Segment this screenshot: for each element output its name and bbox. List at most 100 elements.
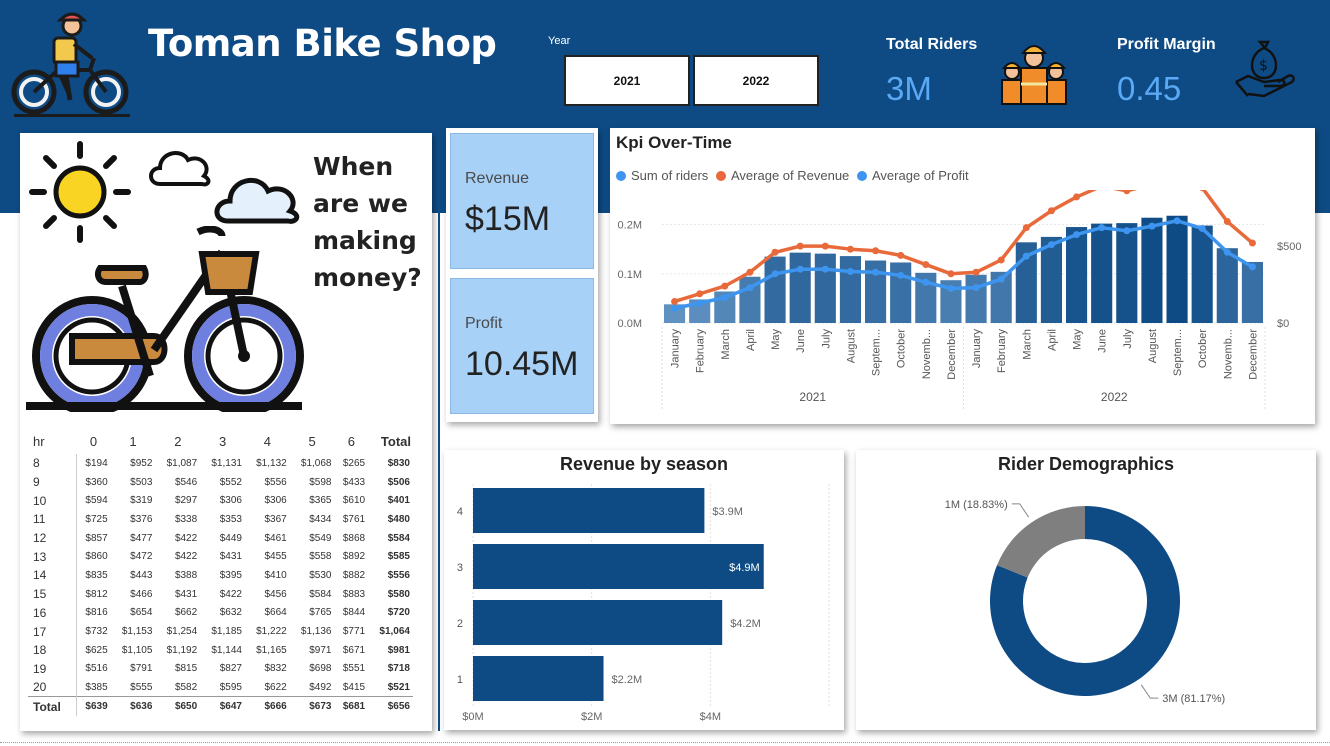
matrix-cell: $422: [174, 532, 198, 544]
revenue-point: [796, 242, 804, 250]
season-x-tick: $4M: [700, 711, 721, 723]
matrix-cell: $868: [342, 532, 366, 544]
profit-point: [997, 275, 1005, 283]
year-2022-button[interactable]: 2022: [693, 55, 819, 106]
matrix-cell: $1,144: [211, 644, 242, 656]
matrix-cell: $812: [85, 588, 108, 600]
matrix-row: 10 $594 $319 $297 $306 $306 $365 $610 $401: [28, 491, 413, 511]
matrix-cell: $664: [264, 607, 287, 619]
matrix-row-total: $718: [387, 663, 410, 675]
matrix-cell: $835: [85, 569, 108, 581]
matrix-row-header: 9: [28, 472, 77, 492]
kpi-month-label: January: [971, 329, 983, 369]
legend-profit[interactable]: Average of Profit: [857, 168, 969, 183]
matrix-cell: $815: [174, 663, 198, 675]
kpi-month-label: May: [770, 329, 782, 350]
profit-point: [1198, 224, 1206, 232]
matrix-cell: $431: [174, 588, 198, 600]
kpi-year-label: 2021: [799, 390, 826, 404]
legend-revenue[interactable]: Average of Revenue: [716, 168, 849, 183]
matrix-row-header: 13: [28, 547, 77, 567]
donut-leader: [1011, 503, 1030, 518]
revenue-point: [1047, 207, 1055, 215]
matrix-col-header[interactable]: 4: [245, 428, 290, 454]
matrix-cell: $765: [309, 607, 332, 619]
legend-riders-dot: [616, 170, 626, 181]
matrix-row-total: $480: [387, 513, 410, 525]
riders-bar: [839, 256, 861, 323]
kpi-left-tick: 0.2M: [618, 220, 642, 232]
riders-bar: [1141, 217, 1163, 323]
matrix-col-header[interactable]: Total: [368, 428, 413, 454]
kpi-month-label: Novemb...: [1222, 329, 1234, 379]
legend-riders[interactable]: Sum of riders: [616, 168, 708, 183]
matrix-cell: $422: [219, 588, 242, 600]
matrix-col-header[interactable]: hr: [28, 428, 76, 454]
matrix-cell: $265: [342, 457, 366, 469]
revenue-card[interactable]: Revenue $15M: [450, 133, 594, 269]
matrix-cell: $698: [309, 663, 332, 675]
matrix-cell: $492: [309, 681, 332, 693]
matrix-cell: $595: [219, 681, 242, 693]
matrix-cell: $360: [85, 476, 108, 488]
matrix-col-header[interactable]: 6: [334, 428, 368, 454]
revenue-point: [821, 242, 829, 250]
matrix-cell: $594: [85, 495, 108, 507]
matrix-row-header: 19: [28, 659, 77, 679]
profit-point: [771, 270, 779, 278]
revenue-point: [1223, 218, 1231, 226]
matrix-row-total: $521: [387, 681, 410, 693]
kpi-month-label: March: [1021, 329, 1033, 360]
demographics-chart-title: Rider Demographics: [997, 454, 1175, 474]
revenue-point: [947, 270, 955, 278]
matrix-cell: $771: [342, 626, 366, 638]
matrix-cell: $1,153: [121, 626, 153, 638]
matrix-cell: $353: [219, 513, 242, 525]
matrix-cell: $952: [130, 457, 153, 469]
matrix-cell: $971: [309, 644, 332, 656]
matrix-row-total: $580: [387, 588, 410, 600]
kpi-month-label: May: [1072, 329, 1084, 350]
matrix-cell: $725: [85, 513, 108, 525]
kpi-month-label: August: [1147, 329, 1159, 363]
hero-question-line: making: [313, 226, 417, 255]
legend-profit-dot: [857, 170, 867, 181]
kpi-month-label: December: [946, 329, 958, 380]
matrix-row-header: 10: [28, 491, 77, 511]
matrix-col-header[interactable]: 0: [76, 428, 110, 454]
kpi-month-label: Septem...: [1172, 329, 1184, 376]
matrix-col-header[interactable]: 1: [111, 428, 156, 454]
matrix-col-header[interactable]: 5: [290, 428, 335, 454]
revenue-line: [674, 190, 1254, 304]
matrix-cell: $892: [342, 551, 366, 563]
legend-revenue-dot: [716, 170, 726, 181]
revenue-point: [972, 268, 980, 276]
matrix-cell: $681: [334, 696, 369, 716]
matrix-cell: $673: [289, 696, 335, 716]
matrix-cell: $455: [264, 551, 287, 563]
profit-card[interactable]: Profit 10.45M: [450, 278, 594, 414]
profit-point: [821, 265, 829, 273]
hero-question-line: are we: [313, 189, 408, 218]
money-hand-icon: $: [1235, 40, 1295, 98]
riders-bar: [890, 262, 912, 323]
revenue-point: [696, 290, 704, 298]
legend-revenue-label: Average of Revenue: [731, 168, 850, 183]
matrix-cell: $477: [130, 532, 153, 544]
year-2021-button[interactable]: 2021: [564, 55, 690, 106]
revenue-point: [872, 247, 880, 255]
kpi-month-label: December: [1247, 329, 1259, 380]
matrix-row: 18 $625 $1,105 $1,192 $1,144 $1,165 $971 $671 $9…: [28, 640, 413, 660]
kpi-month-label: October: [1197, 329, 1209, 368]
matrix-col-header[interactable]: 3: [200, 428, 245, 454]
kpi-month-label: October: [896, 329, 908, 368]
matrix-cell: $1,192: [166, 644, 198, 656]
profit-point: [1047, 241, 1055, 249]
matrix-cell: $466: [130, 588, 153, 600]
revenue-label: Revenue: [465, 170, 530, 187]
matrix-row-total: $1,064: [379, 626, 410, 638]
matrix-col-header[interactable]: 2: [155, 428, 200, 454]
matrix-row-header: 11: [28, 510, 77, 529]
matrix-cell: $1,136: [300, 626, 332, 638]
matrix-row-header: 12: [28, 528, 77, 548]
